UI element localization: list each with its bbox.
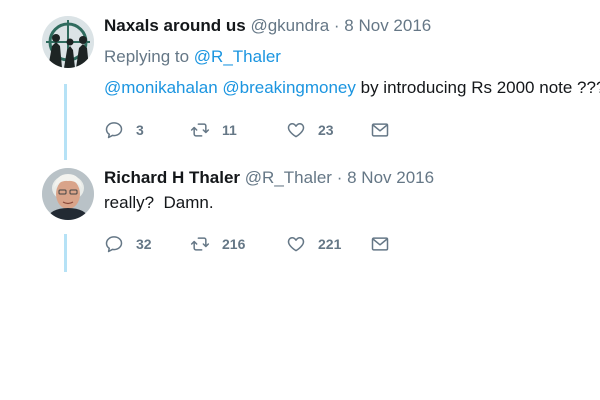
- avatar[interactable]: [42, 16, 94, 68]
- thread-connector-line: [64, 234, 67, 272]
- mention-link[interactable]: @breakingmoney: [222, 78, 356, 97]
- heart-icon: [287, 237, 305, 252]
- user-handle[interactable]: @gkundra: [250, 16, 329, 35]
- mention-link[interactable]: @monikahalan: [104, 78, 218, 97]
- tweet-text: really? Damn.: [104, 193, 214, 212]
- reply-count: 3: [136, 122, 144, 138]
- separator-dot: ·: [333, 16, 340, 35]
- tweet-actions: 32 216 221: [104, 232, 390, 256]
- replying-to-line: Replying to @R_Thaler: [104, 47, 281, 67]
- display-name[interactable]: Naxals around us: [104, 16, 246, 35]
- tweet-body-text: by introducing Rs 2000 note ????: [360, 78, 600, 97]
- like-count: 23: [318, 122, 334, 138]
- retweet-icon: [190, 123, 210, 137]
- tweet-header: Naxals around us @gkundra · 8 Nov 2016: [104, 16, 431, 36]
- tweet-text: @monikahalan @breakingmoney by introduci…: [104, 78, 600, 98]
- avatar[interactable]: [42, 168, 94, 220]
- reply-icon: [105, 122, 123, 139]
- replying-to-label: Replying to: [104, 47, 190, 66]
- reply-button[interactable]: 3: [104, 120, 190, 140]
- reply-count: 32: [136, 236, 152, 252]
- heart-icon: [287, 123, 305, 138]
- tweet-actions: 3 11 23: [104, 118, 390, 142]
- like-button[interactable]: 221: [286, 234, 370, 254]
- user-handle[interactable]: @R_Thaler: [245, 168, 332, 187]
- retweet-count: 11: [222, 122, 237, 138]
- like-count: 221: [318, 236, 342, 252]
- direct-message-button[interactable]: [370, 234, 390, 254]
- retweet-button[interactable]: 11: [190, 120, 286, 140]
- retweet-icon: [190, 237, 210, 251]
- retweet-count: 216: [222, 236, 246, 252]
- thread-connector-line: [64, 84, 67, 160]
- envelope-icon: [371, 123, 389, 137]
- tweet-header: Richard H Thaler @R_Thaler · 8 Nov 2016: [104, 168, 434, 188]
- display-name[interactable]: Richard H Thaler: [104, 168, 240, 187]
- separator-dot: ·: [336, 168, 343, 187]
- avatar-image: [42, 168, 94, 220]
- direct-message-button[interactable]: [370, 120, 390, 140]
- tweet-date[interactable]: 8 Nov 2016: [344, 16, 431, 35]
- retweet-button[interactable]: 216: [190, 234, 286, 254]
- envelope-icon: [371, 237, 389, 251]
- reply-icon: [105, 236, 123, 253]
- avatar-image: [42, 16, 94, 68]
- replying-to-mention[interactable]: @R_Thaler: [194, 47, 281, 66]
- reply-button[interactable]: 32: [104, 234, 190, 254]
- tweet-date[interactable]: 8 Nov 2016: [347, 168, 434, 187]
- like-button[interactable]: 23: [286, 120, 370, 140]
